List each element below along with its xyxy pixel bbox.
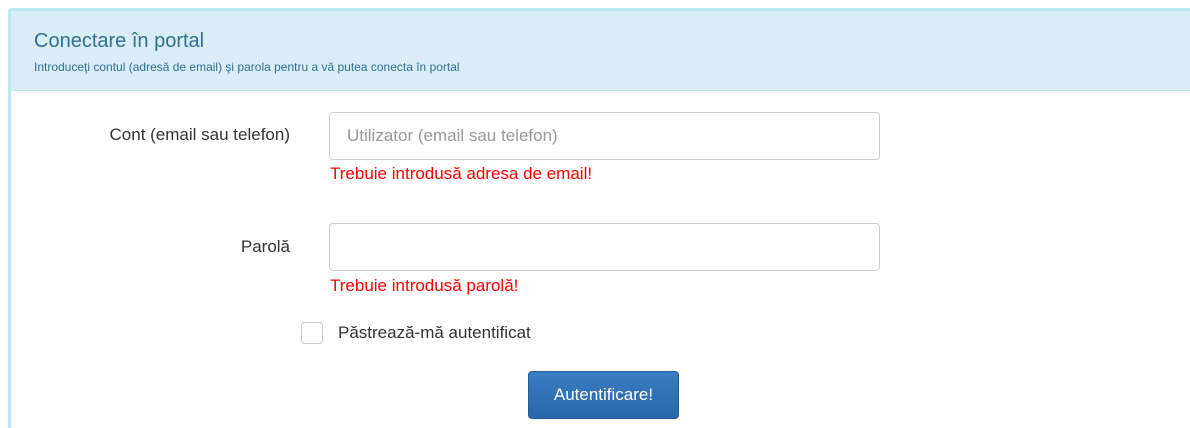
login-panel: Conectare în portal Introduceţi contul (… (8, 8, 1190, 428)
page-title: Conectare în portal (34, 30, 205, 52)
remember-me-row[interactable]: Păstrează-mă autentificat (301, 322, 531, 344)
account-label: Cont (email sau telefon) (109, 125, 290, 144)
panel-heading: Conectare în portal Introduceţi contul (… (11, 11, 1190, 91)
remember-me-checkbox[interactable] (301, 322, 323, 344)
account-input[interactable] (329, 112, 880, 160)
account-error-message: Trebuie introdusă adresa de email! (330, 164, 593, 183)
password-error-message: Trebuie introdusă parolă! (330, 276, 519, 295)
page-subtitle: Introduceţi contul (adresă de email) şi … (34, 60, 460, 74)
password-input[interactable] (329, 223, 880, 271)
remember-me-label: Păstrează-mă autentificat (338, 323, 531, 342)
password-label: Parolă (240, 237, 290, 256)
